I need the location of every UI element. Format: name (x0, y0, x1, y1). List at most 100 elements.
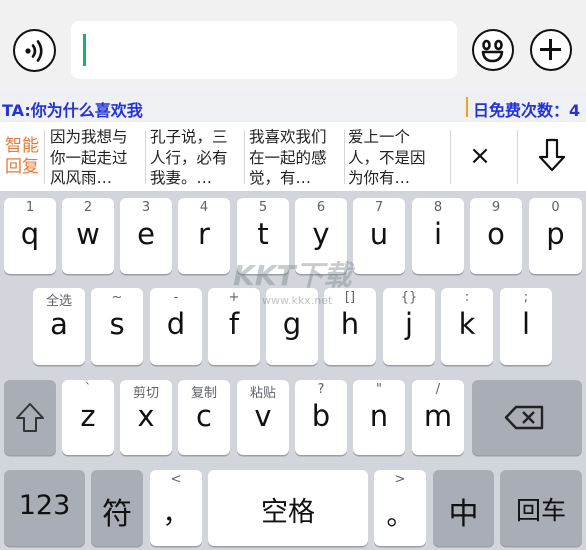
key-u[interactable]: 7u (353, 198, 405, 274)
smiley-face-icon (481, 39, 504, 63)
key-z[interactable]: ` z (62, 380, 114, 455)
key-letter: d (166, 307, 186, 341)
key-symbol-hint: - (173, 290, 179, 305)
key-c[interactable]: 复制 c (178, 380, 230, 455)
key-w[interactable]: 2w (62, 198, 114, 274)
text-caret (83, 34, 86, 66)
key-letter: u (369, 217, 389, 251)
message-input[interactable] (71, 21, 457, 79)
key-symbol-hint: ` (84, 382, 92, 397)
smart-reply-label: 智能回复 (5, 136, 39, 177)
arrow-down-icon (538, 138, 566, 172)
key-letter: b (311, 399, 331, 433)
key-letter: j (404, 307, 414, 341)
symbols-key[interactable]: 符 (91, 470, 143, 546)
key-number-hint: 9 (491, 200, 501, 215)
key-symbol-hint: ? (317, 382, 325, 397)
key-i[interactable]: 8i (412, 198, 464, 274)
key-y[interactable]: 6y (295, 198, 347, 274)
key-letter: i (433, 217, 443, 251)
key-letter: p (546, 217, 565, 251)
key-o[interactable]: 9o (470, 198, 522, 274)
key-number-hint: 6 (316, 200, 326, 215)
suggestion-item[interactable]: 孔子说，三人行，必有我妻。… (150, 127, 241, 189)
enter-key[interactable]: 回车 (500, 470, 582, 546)
key-letter: v (254, 399, 272, 433)
comma-key[interactable]: <， (150, 470, 202, 546)
key-number-hint: 2 (83, 200, 93, 215)
backspace-key[interactable] (472, 380, 582, 455)
key-a[interactable]: 全选 a (33, 288, 85, 365)
comma-key-label: ， (162, 499, 190, 530)
key-symbol-hint: + (228, 290, 240, 305)
voice-button[interactable] (13, 29, 56, 72)
key-m[interactable]: / m (412, 380, 464, 455)
key-letter: c (196, 399, 212, 433)
enter-key-label: 回车 (515, 496, 566, 525)
period-key[interactable]: >。 (374, 470, 426, 546)
shift-arrow-icon (16, 403, 44, 432)
key-number-hint: 1 (25, 200, 35, 215)
key-x[interactable]: 剪切 x (120, 380, 172, 455)
key-letter: y (312, 217, 330, 251)
key-e[interactable]: 3e (120, 198, 172, 274)
close-suggestions-button[interactable]: × (465, 138, 495, 174)
key-symbol-hint: > (394, 472, 406, 487)
key-k[interactable]: :k (441, 288, 493, 365)
key-number-hint: 5 (258, 200, 268, 215)
suggestion-item[interactable]: 爱上一个人，不是因为你有… (348, 127, 440, 189)
suggestion-divider (244, 130, 245, 184)
keyboard-app: TA:你为什么喜欢我 日免费次数：4 智能回复 因为我想与你一起走过风风雨… 孔… (0, 0, 586, 550)
info-bar: TA:你为什么喜欢我 日免费次数：4 (0, 92, 586, 122)
key-letter: e (137, 217, 155, 251)
voice-wave-icon (24, 39, 43, 62)
numbers-key[interactable]: 123 (4, 470, 85, 546)
key-symbol-hint: : (464, 290, 470, 305)
key-n[interactable]: " n (353, 380, 405, 455)
key-number-hint: 3 (141, 200, 151, 215)
space-key[interactable]: 空格 (208, 470, 368, 546)
key-symbol-hint: ; (523, 290, 529, 305)
key-v[interactable]: 粘贴 v (237, 380, 289, 455)
emoji-button[interactable] (472, 29, 514, 71)
key-letter: n (369, 399, 389, 433)
shift-key[interactable] (4, 380, 56, 455)
key-q[interactable]: 1q (4, 198, 56, 274)
key-letter: m (423, 399, 453, 433)
key-g[interactable]: g (266, 288, 318, 365)
key-d[interactable]: -d (150, 288, 202, 365)
suggestion-divider (344, 130, 345, 184)
key-letter: x (137, 399, 155, 433)
key-b[interactable]: ? b (295, 380, 347, 455)
key-letter: q (20, 217, 40, 251)
language-key-label: 中 (448, 497, 479, 532)
key-t[interactable]: 5t (237, 198, 289, 274)
key-p[interactable]: 0p (529, 198, 582, 274)
suggestion-divider (44, 130, 45, 184)
info-divider (466, 97, 468, 117)
key-letter: f (228, 307, 240, 341)
suggestion-item[interactable]: 因为我想与你一起走过风风雨… (50, 127, 142, 189)
suggestion-item[interactable]: 我喜欢我们在一起的感觉，有… (249, 127, 341, 189)
language-key[interactable]: 中 (433, 470, 494, 546)
key-number-hint: 7 (374, 200, 384, 215)
key-s[interactable]: ~ s (91, 288, 143, 365)
key-symbol-hint: / (435, 382, 441, 397)
key-number-hint: 0 (551, 200, 560, 215)
key-letter: g (282, 307, 302, 341)
key-symbol-hint: ~ (111, 290, 123, 305)
key-letter: r (198, 217, 210, 251)
symbols-key-label: 符 (102, 497, 132, 532)
key-f[interactable]: + f (208, 288, 260, 365)
key-r[interactable]: 4r (178, 198, 230, 274)
key-h[interactable]: [] h (324, 288, 376, 365)
collapse-button[interactable] (535, 136, 569, 176)
key-l[interactable]: ; l (500, 288, 552, 365)
space-key-label: 空格 (261, 497, 315, 528)
key-letter: z (80, 399, 96, 433)
backspace-icon (504, 405, 544, 430)
key-symbol-hint: [] (344, 290, 356, 305)
key-j[interactable]: {} j (383, 288, 435, 365)
plus-button[interactable] (530, 29, 572, 71)
free-count-label: 日免费次数：4 (473, 101, 581, 120)
